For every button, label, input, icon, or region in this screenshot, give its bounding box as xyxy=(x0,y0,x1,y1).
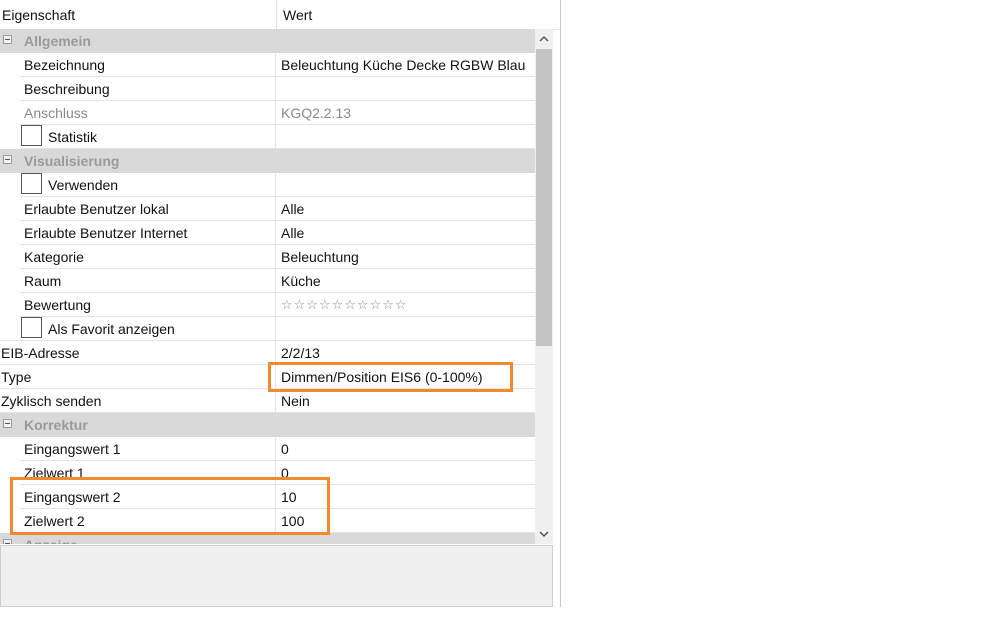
header-value[interactable]: Wert xyxy=(283,0,312,29)
header-divider[interactable] xyxy=(276,0,277,29)
collapse-icon[interactable] xyxy=(3,155,12,164)
property-label: Verwenden xyxy=(48,177,119,193)
scrollbar-thumb[interactable] xyxy=(536,49,552,346)
property-value: KGQ2.2.13 xyxy=(281,105,352,121)
property-rows: Allgemein Bezeichnung Beleuchtung Küche … xyxy=(0,29,535,544)
property-row-benutzer-lokal[interactable]: Erlaubte Benutzer lokal Alle xyxy=(0,197,535,221)
property-label: Als Favorit anzeigen xyxy=(48,321,175,337)
category-label: Allgemein xyxy=(24,33,91,49)
property-row-verwenden[interactable]: Verwenden xyxy=(0,173,535,197)
property-row-eingangswert-1[interactable]: Eingangswert 1 0 xyxy=(0,437,535,461)
category-korrektur[interactable]: Korrektur xyxy=(0,413,535,437)
property-label: Erlaubte Benutzer lokal xyxy=(24,201,169,217)
category-label: Visualisierung xyxy=(24,153,120,169)
category-label: Korrektur xyxy=(24,417,88,433)
property-row-bewertung[interactable]: Bewertung ☆☆☆☆☆☆☆☆☆☆ xyxy=(0,293,535,317)
header-property[interactable]: Eigenschaft xyxy=(2,0,75,29)
verwenden-checkbox[interactable] xyxy=(21,173,42,194)
vertical-scrollbar[interactable] xyxy=(535,29,553,544)
property-row-anschluss[interactable]: Anschluss KGQ2.2.13 xyxy=(0,101,535,125)
property-row-beschreibung[interactable]: Beschreibung xyxy=(0,77,535,101)
statistik-checkbox[interactable] xyxy=(21,125,42,146)
property-value[interactable]: 0 xyxy=(281,437,289,461)
collapse-icon[interactable] xyxy=(3,539,12,544)
property-value[interactable]: Beleuchtung Küche Decke RGBW Blau xyxy=(281,53,525,77)
category-allgemein[interactable]: Allgemein xyxy=(0,29,535,53)
property-value[interactable]: Küche xyxy=(281,269,321,293)
property-row-bezeichnung[interactable]: Bezeichnung Beleuchtung Küche Decke RGBW… xyxy=(0,53,535,77)
property-label: Raum xyxy=(24,273,62,289)
property-label: EIB-Adresse xyxy=(1,345,80,361)
property-label: Bezeichnung xyxy=(24,57,105,73)
property-value[interactable]: Nein xyxy=(281,389,310,413)
chevron-up-icon[interactable] xyxy=(535,29,553,49)
favorit-checkbox[interactable] xyxy=(21,317,42,338)
property-label: Anschluss xyxy=(24,105,88,121)
property-row-raum[interactable]: Raum Küche xyxy=(0,269,535,293)
property-label: Bewertung xyxy=(24,297,91,313)
property-row-statistik[interactable]: Statistik xyxy=(0,125,535,149)
star-icon[interactable]: ☆☆☆☆☆☆☆☆☆☆ xyxy=(281,293,408,317)
grid-header: Eigenschaft Wert xyxy=(0,0,560,30)
property-label: Statistik xyxy=(48,129,98,145)
property-value[interactable]: Alle xyxy=(281,221,304,245)
property-value[interactable]: Alle xyxy=(281,197,304,221)
highlight-type-box xyxy=(268,362,513,392)
property-label: Eingangswert 1 xyxy=(24,441,121,457)
property-value[interactable]: Beleuchtung xyxy=(281,245,359,269)
property-label: Zyklisch senden xyxy=(1,393,102,409)
collapse-icon[interactable] xyxy=(3,35,12,44)
property-label: Beschreibung xyxy=(24,81,110,97)
property-row-benutzer-internet[interactable]: Erlaubte Benutzer Internet Alle xyxy=(0,221,535,245)
property-row-zyklisch[interactable]: Zyklisch senden Nein xyxy=(0,389,535,413)
collapse-icon[interactable] xyxy=(3,419,12,428)
property-row-favorit[interactable]: Als Favorit anzeigen xyxy=(0,317,535,341)
property-label: Type xyxy=(1,369,32,385)
chevron-down-icon[interactable] xyxy=(535,524,553,544)
highlight-korrektur-box xyxy=(10,477,330,535)
category-visualisierung[interactable]: Visualisierung xyxy=(0,149,535,173)
property-label: Erlaubte Benutzer Internet xyxy=(24,225,188,241)
panel-border xyxy=(560,0,561,607)
property-row-kategorie[interactable]: Kategorie Beleuchtung xyxy=(0,245,535,269)
description-panel xyxy=(0,545,553,607)
property-label: Kategorie xyxy=(24,249,84,265)
